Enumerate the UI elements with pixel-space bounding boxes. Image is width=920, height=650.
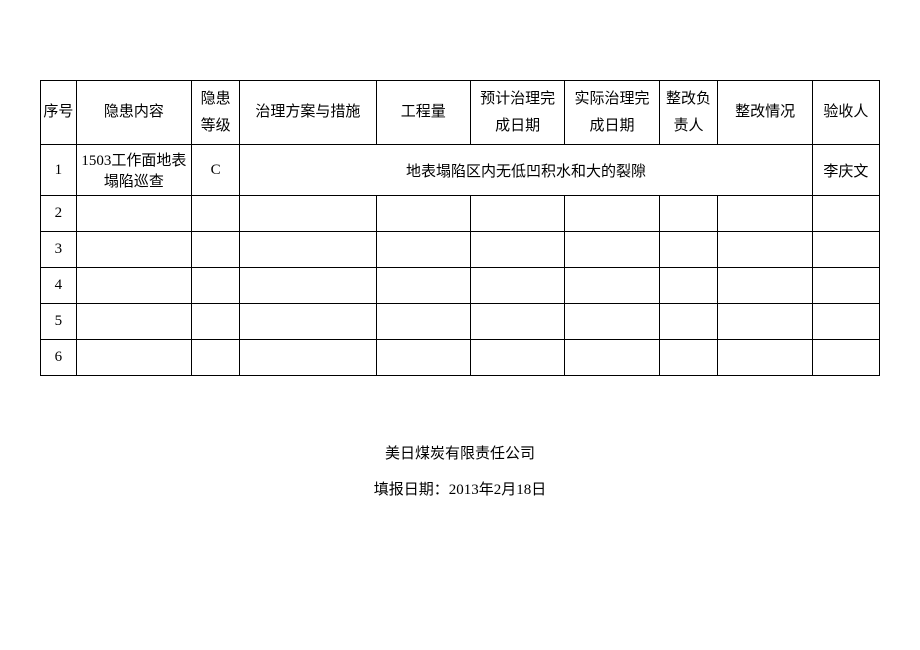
cell-responsible bbox=[659, 268, 718, 304]
table-row: 5 bbox=[41, 304, 880, 340]
header-plan: 治理方案与措施 bbox=[240, 81, 376, 145]
cell-status bbox=[718, 232, 812, 268]
cell-level bbox=[192, 340, 240, 376]
table-header-row: 序号 隐患内容 隐患等级 治理方案与措施 工程量 预计治理完成日期 实际治理完成… bbox=[41, 81, 880, 145]
cell-status bbox=[718, 304, 812, 340]
table-row: 1 1503工作面地表塌陷巡查 C 地表塌陷区内无低凹积水和大的裂隙 李庆文 bbox=[41, 145, 880, 196]
cell-acceptor bbox=[812, 232, 879, 268]
cell-content: 1503工作面地表塌陷巡查 bbox=[76, 145, 191, 196]
cell-seq: 2 bbox=[41, 196, 77, 232]
cell-level bbox=[192, 268, 240, 304]
header-acceptor: 验收人 bbox=[812, 81, 879, 145]
cell-actualdate bbox=[565, 340, 659, 376]
cell-amount bbox=[376, 340, 470, 376]
table-row: 2 bbox=[41, 196, 880, 232]
cell-actualdate bbox=[565, 304, 659, 340]
header-plandate: 预计治理完成日期 bbox=[470, 81, 564, 145]
cell-actualdate bbox=[565, 196, 659, 232]
cell-status bbox=[718, 196, 812, 232]
cell-seq: 4 bbox=[41, 268, 77, 304]
cell-content bbox=[76, 232, 191, 268]
cell-seq: 1 bbox=[41, 145, 77, 196]
cell-plandate bbox=[470, 304, 564, 340]
cell-acceptor bbox=[812, 268, 879, 304]
table-row: 6 bbox=[41, 340, 880, 376]
cell-merged-description: 地表塌陷区内无低凹积水和大的裂隙 bbox=[240, 145, 813, 196]
cell-plandate bbox=[470, 196, 564, 232]
cell-actualdate bbox=[565, 268, 659, 304]
header-status: 整改情况 bbox=[718, 81, 812, 145]
cell-level: C bbox=[192, 145, 240, 196]
cell-level bbox=[192, 232, 240, 268]
cell-level bbox=[192, 304, 240, 340]
cell-amount bbox=[376, 232, 470, 268]
hazard-table: 序号 隐患内容 隐患等级 治理方案与措施 工程量 预计治理完成日期 实际治理完成… bbox=[40, 80, 880, 376]
cell-responsible bbox=[659, 196, 718, 232]
cell-content bbox=[76, 268, 191, 304]
cell-acceptor bbox=[812, 304, 879, 340]
cell-plan bbox=[240, 304, 376, 340]
cell-seq: 5 bbox=[41, 304, 77, 340]
header-level: 隐患等级 bbox=[192, 81, 240, 145]
cell-acceptor bbox=[812, 196, 879, 232]
header-responsible: 整改负责人 bbox=[659, 81, 718, 145]
header-seq: 序号 bbox=[41, 81, 77, 145]
table-row: 3 bbox=[41, 232, 880, 268]
cell-level bbox=[192, 196, 240, 232]
cell-plandate bbox=[470, 268, 564, 304]
cell-acceptor: 李庆文 bbox=[812, 145, 879, 196]
cell-plan bbox=[240, 340, 376, 376]
cell-seq: 6 bbox=[41, 340, 77, 376]
cell-amount bbox=[376, 304, 470, 340]
cell-seq: 3 bbox=[41, 232, 77, 268]
cell-responsible bbox=[659, 232, 718, 268]
cell-actualdate bbox=[565, 232, 659, 268]
cell-amount bbox=[376, 196, 470, 232]
cell-acceptor bbox=[812, 340, 879, 376]
report-date-line: 填报日期：2013年2月18日 bbox=[40, 472, 880, 508]
cell-plan bbox=[240, 232, 376, 268]
cell-content bbox=[76, 196, 191, 232]
cell-responsible bbox=[659, 340, 718, 376]
footer: 美日煤炭有限责任公司 填报日期：2013年2月18日 bbox=[40, 436, 880, 508]
header-actualdate: 实际治理完成日期 bbox=[565, 81, 659, 145]
cell-status bbox=[718, 340, 812, 376]
cell-content bbox=[76, 304, 191, 340]
header-amount: 工程量 bbox=[376, 81, 470, 145]
cell-plandate bbox=[470, 340, 564, 376]
header-content: 隐患内容 bbox=[76, 81, 191, 145]
cell-plandate bbox=[470, 232, 564, 268]
table-row: 4 bbox=[41, 268, 880, 304]
report-date-label: 填报日期： bbox=[374, 482, 449, 498]
company-name: 美日煤炭有限责任公司 bbox=[40, 436, 880, 472]
cell-plan bbox=[240, 196, 376, 232]
cell-plan bbox=[240, 268, 376, 304]
cell-content bbox=[76, 340, 191, 376]
cell-amount bbox=[376, 268, 470, 304]
report-date: 2013年2月18日 bbox=[449, 482, 547, 498]
cell-responsible bbox=[659, 304, 718, 340]
cell-status bbox=[718, 268, 812, 304]
